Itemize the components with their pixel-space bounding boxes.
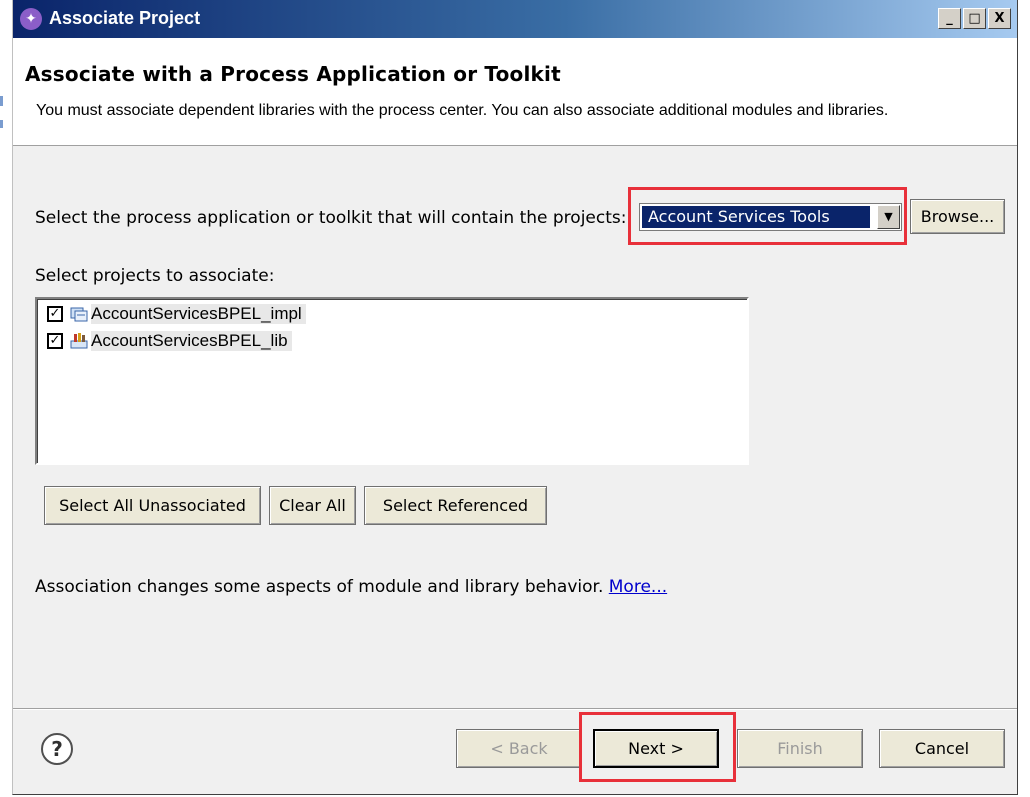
maximize-button[interactable]: □ xyxy=(963,8,986,29)
list-item[interactable]: ✓ AccountServicesBPEL_impl xyxy=(47,302,306,326)
app-icon: ✦ xyxy=(20,8,42,30)
container-combo[interactable]: Account Services Tools ▼ xyxy=(639,203,902,231)
window-title: Associate Project xyxy=(49,8,201,28)
title-bar[interactable]: ✦ Associate Project _ □ X xyxy=(13,0,1017,38)
list-item[interactable]: ✓ AccountServicesBPEL_lib xyxy=(47,329,292,353)
edge-mark xyxy=(0,96,3,106)
checkbox[interactable]: ✓ xyxy=(47,333,63,349)
minimize-button[interactable]: _ xyxy=(938,8,961,29)
page-description: You must associate dependent libraries w… xyxy=(36,102,889,119)
edge-mark xyxy=(0,120,3,128)
more-link[interactable]: More... xyxy=(609,577,667,597)
associate-project-dialog: ✦ Associate Project _ □ X Associate with… xyxy=(12,0,1018,795)
finish-button[interactable]: Finish xyxy=(737,729,863,768)
module-project-icon xyxy=(70,307,88,322)
caption-buttons: _ □ X xyxy=(936,8,1011,29)
select-referenced-button[interactable]: Select Referenced xyxy=(364,486,547,525)
project-name: AccountServicesBPEL_lib xyxy=(91,331,292,351)
select-all-unassociated-button[interactable]: Select All Unassociated xyxy=(44,486,261,525)
project-name: AccountServicesBPEL_impl xyxy=(91,304,306,324)
projects-list[interactable]: ✓ AccountServicesBPEL_impl ✓ AccountServ… xyxy=(35,297,749,465)
footer-divider xyxy=(13,708,1017,710)
projects-label: Select projects to associate: xyxy=(35,266,275,286)
combo-selected-value: Account Services Tools xyxy=(642,206,870,228)
note-text: Association changes some aspects of modu… xyxy=(35,577,604,597)
chevron-down-icon[interactable]: ▼ xyxy=(877,205,900,229)
browse-button[interactable]: Browse... xyxy=(910,199,1005,234)
next-button[interactable]: Next > xyxy=(593,729,719,768)
wizard-banner: Associate with a Process Application or … xyxy=(13,38,1017,146)
association-note: Association changes some aspects of modu… xyxy=(35,577,667,597)
page-title: Associate with a Process Application or … xyxy=(25,62,561,86)
close-button[interactable]: X xyxy=(988,8,1011,29)
library-project-icon xyxy=(70,333,88,349)
help-icon[interactable]: ? xyxy=(41,733,73,765)
container-label: Select the process application or toolki… xyxy=(35,208,627,228)
cancel-button[interactable]: Cancel xyxy=(879,729,1005,768)
back-button[interactable]: < Back xyxy=(456,729,582,768)
checkbox[interactable]: ✓ xyxy=(47,306,63,322)
clear-all-button[interactable]: Clear All xyxy=(269,486,356,525)
